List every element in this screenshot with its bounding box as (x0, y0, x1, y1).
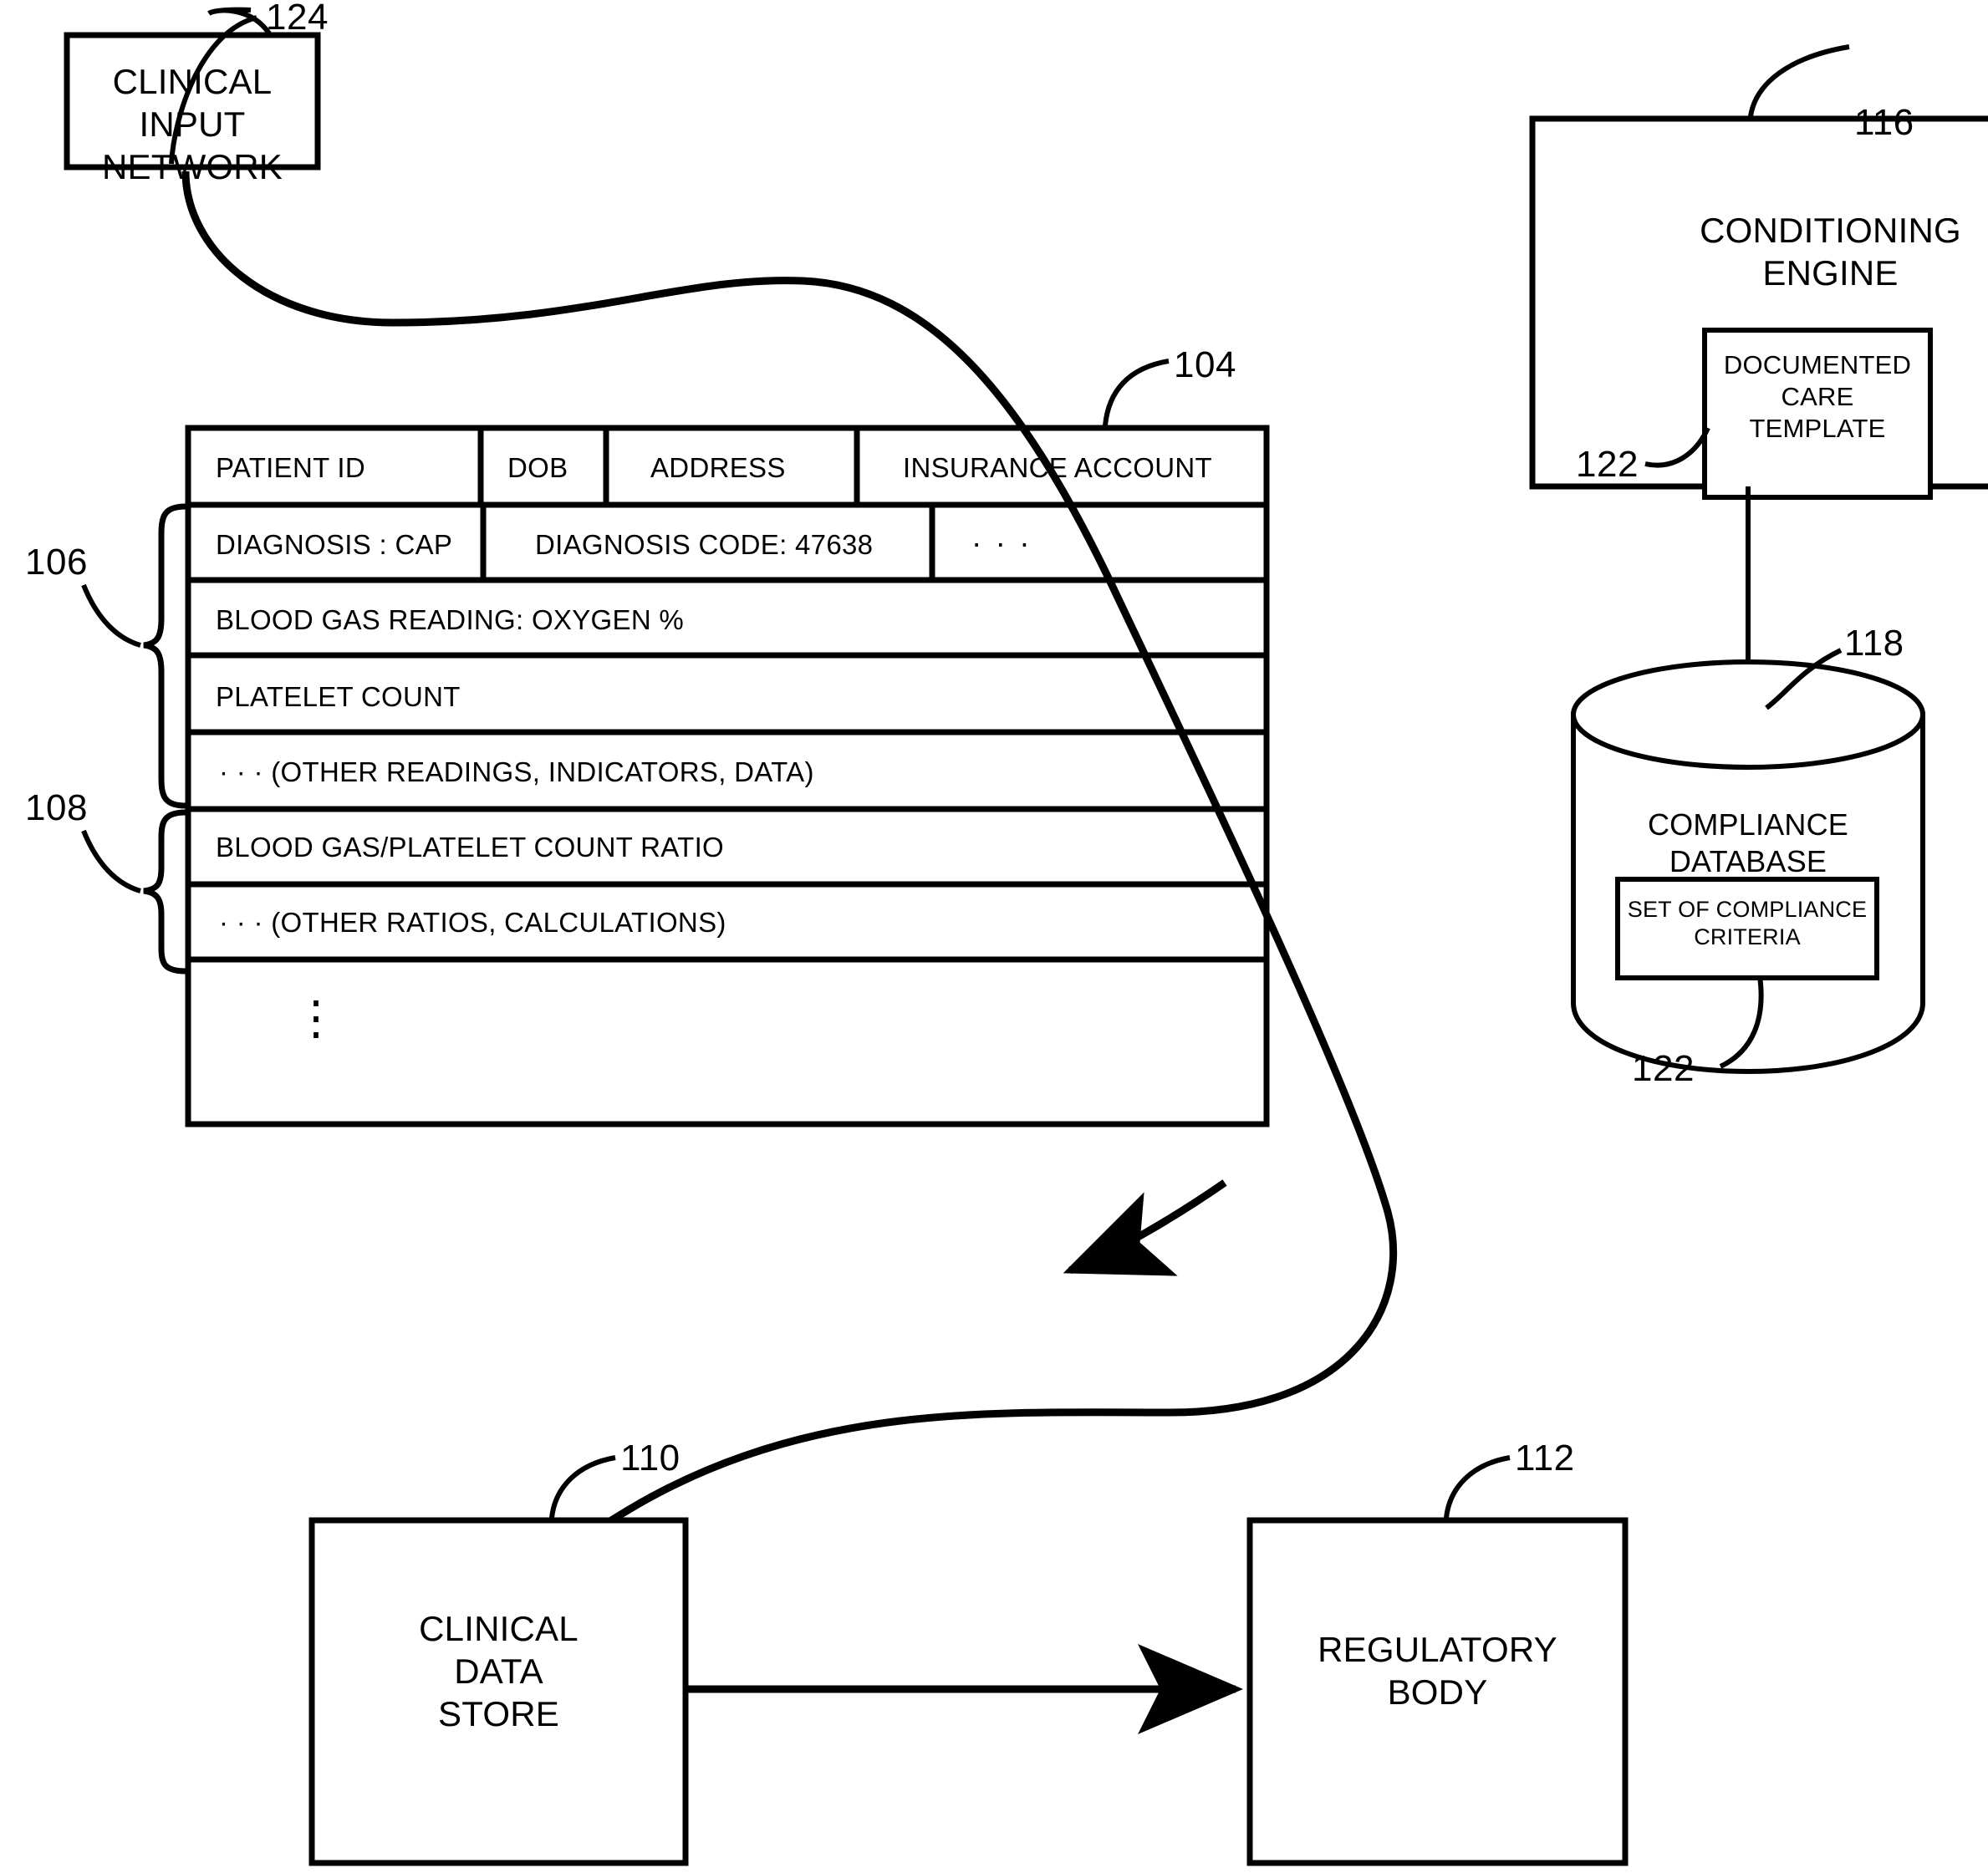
leader-curve-108 (81, 829, 141, 893)
ref-numeral-112: 112 (1515, 1438, 1575, 1479)
ref-numeral-122-template: 122 (1576, 444, 1639, 485)
ref-numeral-122-criteria: 122 (1632, 1048, 1695, 1089)
leader-curve-104 (1103, 359, 1170, 426)
table-cell-dob: DOB (507, 452, 568, 483)
ref-numeral-118: 118 (1844, 623, 1904, 664)
table-cell-insurance-account: INSURANCE ACCOUNT (903, 452, 1212, 483)
leader-curve-106 (81, 583, 141, 648)
table-cell-diagnosis-code: DIAGNOSIS CODE: 47638 (535, 529, 874, 560)
ref-numeral-124: 124 (266, 0, 329, 38)
table-cell-other-readings: · · · (OTHER READINGS, INDICATORS, DATA) (219, 756, 814, 787)
patent-figure-page: CLINICAL INPUT NETWORK 124 CONDITIONING … (0, 0, 1988, 1873)
clinical-input-network-box (64, 32, 321, 171)
leader-curve-112 (1444, 1455, 1511, 1519)
ref-numeral-110: 110 (620, 1438, 681, 1479)
insertion-arrow (1063, 1179, 1227, 1276)
ref-numeral-108: 108 (25, 787, 88, 828)
brace-106 (143, 503, 186, 809)
table-cell-vertical-ellipsis: ⋮ (293, 991, 340, 1044)
ref-numeral-106: 106 (25, 542, 88, 583)
table-cell-other-ratios: · · · (OTHER RATIOS, CALCULATIONS) (219, 907, 726, 938)
ref-numeral-116: 116 (1854, 102, 1914, 143)
table-cell-platelet-count: PLATELET COUNT (216, 681, 461, 712)
documented-care-template-box (1702, 328, 1933, 500)
compliance-database-top-ellipse (1571, 659, 1925, 770)
regulatory-body-box (1246, 1517, 1629, 1866)
brace-108 (143, 809, 186, 975)
clinical-data-store-box (308, 1517, 689, 1866)
table-cell-diagnosis: DIAGNOSIS : CAP (216, 529, 453, 560)
set-of-compliance-criteria-box (1615, 877, 1879, 980)
table-cell-address: ADDRESS (650, 452, 786, 483)
leader-curve-110 (549, 1455, 616, 1519)
table-cell-patient-id: PATIENT ID (216, 452, 366, 483)
ref-numeral-104: 104 (1174, 344, 1236, 385)
table-cell-blood-gas-reading: BLOOD GAS READING: OXYGEN % (216, 604, 685, 635)
leader-curve-116 (1748, 44, 1850, 117)
leader-line-124 (207, 7, 272, 35)
table-cell-diagnosis-more: · · · (971, 526, 1032, 560)
table-cell-blood-gas-platelet-ratio: BLOOD GAS/PLATELET COUNT RATIO (216, 832, 725, 863)
